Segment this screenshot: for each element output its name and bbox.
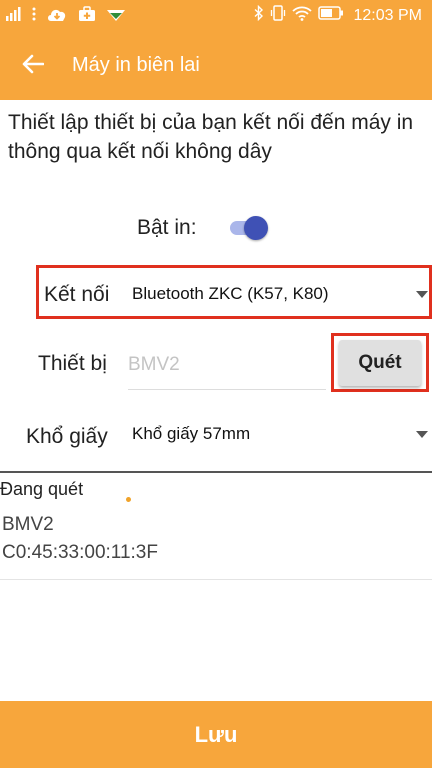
bluetooth-icon: [254, 4, 264, 26]
print-toggle-label: Bật in:: [137, 216, 197, 239]
back-button[interactable]: [14, 48, 52, 84]
paper-size-dropdown[interactable]: Khổ giấy 57mm: [126, 414, 428, 454]
status-bar: 12:03 PM: [0, 0, 432, 32]
print-toggle-switch[interactable]: [228, 215, 270, 241]
paper-size-label: Khổ giấy: [26, 425, 108, 448]
connection-dropdown[interactable]: Bluetooth ZKC (K57, K80): [126, 274, 428, 314]
device-input[interactable]: [128, 340, 326, 390]
toggle-thumb: [244, 216, 268, 240]
battery-icon: [317, 6, 344, 25]
device-mac-address: C0:45:33:00:11:3F: [2, 542, 158, 563]
connection-label: Kết nối: [44, 283, 110, 306]
signal-icon: [6, 6, 22, 27]
app-bar: Máy in biên lai: [0, 32, 432, 100]
save-button[interactable]: Lưu: [0, 701, 432, 768]
medical-bag-icon: [78, 6, 96, 27]
app-notification-icon: [106, 6, 126, 27]
status-bar-right: 12:03 PM: [254, 4, 423, 26]
status-time: 12:03 PM: [354, 7, 423, 25]
device-label: Thiết bị: [38, 352, 107, 375]
chevron-down-icon: [416, 431, 428, 438]
status-bar-left: [6, 6, 126, 27]
chevron-down-icon: [416, 291, 428, 298]
section-divider: [0, 471, 432, 473]
arrow-left-icon: [22, 54, 45, 79]
overflow-dots-icon: [32, 6, 36, 27]
cloud-download-icon: [46, 6, 68, 27]
list-item[interactable]: BMV2 C0:45:33:00:11:3F: [0, 510, 432, 580]
status-time-value: 12:03: [353, 6, 394, 24]
device-name: BMV2: [2, 514, 54, 535]
paper-size-selected-value: Khổ giấy 57mm: [132, 424, 251, 443]
description-text: Thiết lập thiết bị của bạn kết nối đến m…: [8, 111, 414, 163]
scan-status-text: Đang quét: [0, 479, 84, 499]
vibrate-icon: [270, 5, 286, 26]
scan-progress-indicator: [126, 497, 131, 502]
connection-selected-value: Bluetooth ZKC (K57, K80): [132, 284, 329, 303]
page-title: Máy in biên lai: [72, 54, 200, 76]
scan-button[interactable]: Quét: [339, 340, 421, 386]
wifi-icon: [291, 5, 312, 26]
status-time-suffix: PM: [398, 6, 422, 24]
